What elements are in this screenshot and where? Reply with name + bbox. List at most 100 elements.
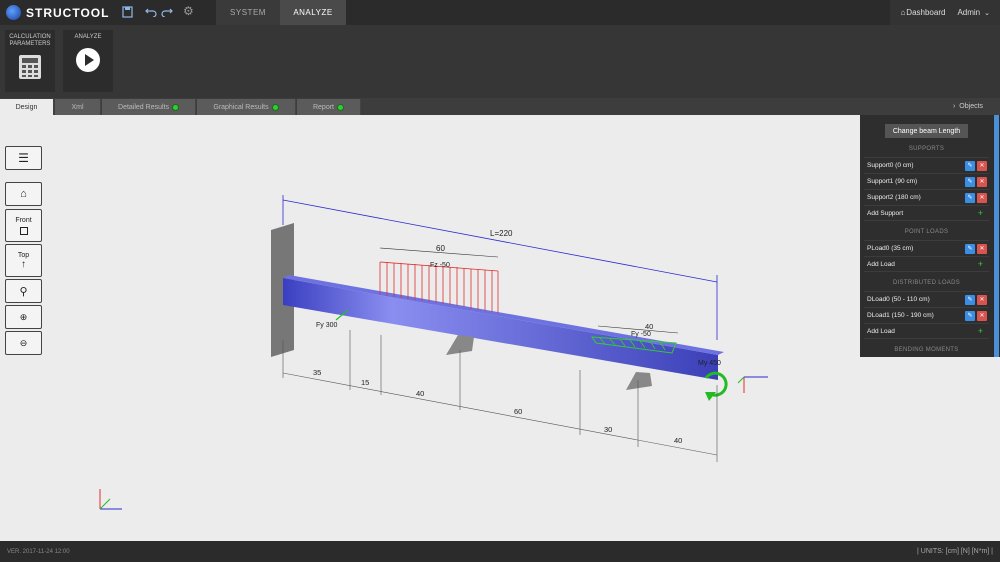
- close-icon[interactable]: ✕: [977, 161, 987, 171]
- admin-menu[interactable]: Admin: [957, 8, 980, 17]
- edit-icon[interactable]: ✎: [965, 295, 975, 305]
- zoom-in-button[interactable]: ⊕: [5, 305, 42, 329]
- dim-label-1: 35: [313, 368, 321, 377]
- list-item[interactable]: Support0 (0 cm) ✎ ✕: [864, 157, 989, 173]
- add-support-label: Add Support: [867, 209, 904, 217]
- tab-report[interactable]: Report: [297, 99, 361, 115]
- tab-graphical-results[interactable]: Graphical Results: [197, 99, 296, 115]
- dim-label-5: 30: [604, 425, 612, 434]
- support-name: Support0 (0 cm): [867, 162, 914, 169]
- topbar-right: ⌂ Dashboard Admin ⌄: [890, 0, 1000, 25]
- menu-button[interactable]: ☰: [5, 146, 42, 170]
- dim-label-3: 40: [416, 389, 424, 398]
- point-loads-title: POINT LOADS: [904, 229, 949, 235]
- close-icon[interactable]: ✕: [977, 244, 987, 254]
- support-name: Support2 (180 cm): [867, 194, 921, 201]
- app-logo: STRUCTOOL: [6, 0, 109, 25]
- zoom-fit-button[interactable]: ⚲: [5, 279, 42, 303]
- sub-tab-bar: Design Xml Detailed Results Graphical Re…: [0, 98, 1000, 115]
- dim-label-6: 40: [674, 436, 682, 445]
- distributed-loads-title: DISTRIBUTED LOADS: [892, 280, 961, 286]
- edit-icon[interactable]: ✎: [965, 311, 975, 321]
- add-load-label: Add Load: [867, 327, 895, 335]
- redo-icon[interactable]: [161, 6, 173, 17]
- analyze-button[interactable]: ANALYZE: [63, 30, 113, 92]
- chevron-right-icon: ›: [952, 103, 956, 110]
- add-support-button[interactable]: Add Support +: [864, 205, 989, 221]
- plus-icon: +: [977, 208, 983, 218]
- supports-title: SUPPORTS: [908, 146, 945, 152]
- beam-scene[interactable]: L=220 60 Fz -50 Fy 300 40 Fy -50 My 450 …: [0, 115, 860, 541]
- tab-report-label: Report: [312, 103, 334, 111]
- top-bar: STRUCTOOL ⚙ SYSTEM ANALYZE ⌂ Dashboard A…: [0, 0, 1000, 25]
- save-icon[interactable]: [122, 6, 133, 18]
- fz-label: Fz -50: [430, 262, 450, 269]
- status-dot-icon: [171, 103, 179, 111]
- square-icon: [19, 226, 28, 235]
- edit-icon[interactable]: ✎: [965, 244, 975, 254]
- zoom-out-button[interactable]: ⊖: [5, 331, 42, 355]
- logo-mark-icon: [6, 5, 21, 20]
- tab-graphical-results-label: Graphical Results: [213, 103, 269, 111]
- zoom-in-icon: ⊕: [19, 311, 28, 322]
- close-icon[interactable]: ✕: [977, 311, 987, 321]
- dashboard-link[interactable]: Dashboard: [906, 8, 945, 17]
- add-point-load-button[interactable]: Add Load +: [864, 256, 989, 272]
- tab-system[interactable]: SYSTEM: [216, 0, 280, 25]
- front-view-label: Front: [15, 216, 32, 224]
- play-icon: [76, 48, 100, 72]
- list-icon: ☰: [18, 151, 29, 165]
- chevron-down-icon[interactable]: ⌄: [984, 9, 990, 17]
- scrollbar-thumb[interactable]: [994, 115, 999, 357]
- edit-icon[interactable]: ✎: [965, 193, 975, 203]
- tab-xml[interactable]: Xml: [55, 99, 101, 115]
- close-icon[interactable]: ✕: [977, 295, 987, 305]
- undo-icon[interactable]: [145, 6, 157, 17]
- add-load-label: Add Load: [867, 260, 895, 268]
- status-dot-icon: [271, 103, 279, 111]
- ribbon: CALCULATION PARAMETERS ANALYZE: [0, 25, 1000, 98]
- front-view-button[interactable]: Front: [5, 209, 42, 242]
- list-item[interactable]: Support1 (90 cm) ✎ ✕: [864, 173, 989, 189]
- status-dot-icon: [337, 103, 344, 111]
- bending-moments-title: BENDING MOMENTS: [894, 347, 959, 353]
- list-item[interactable]: Support2 (180 cm) ✎ ✕: [864, 189, 989, 205]
- app-name: STRUCTOOL: [26, 5, 110, 20]
- zoom-out-icon: ⊖: [19, 337, 28, 348]
- dist-load-name: DLoad1 (150 - 190 cm): [867, 312, 934, 319]
- edit-icon[interactable]: ✎: [965, 161, 975, 171]
- tab-detailed-results-label: Detailed Results: [118, 103, 169, 111]
- calculator-icon: [19, 55, 41, 79]
- tab-design[interactable]: Design: [0, 99, 54, 115]
- tab-detailed-results[interactable]: Detailed Results: [102, 99, 196, 115]
- units-label: | UNITS: [cm] [N] [N*m] |: [917, 548, 993, 555]
- objects-label: Objects: [959, 103, 984, 110]
- objects-toggle[interactable]: › Objects: [936, 98, 1000, 115]
- 3d-viewport[interactable]: L=220 60 Fz -50 Fy 300 40 Fy -50 My 450 …: [0, 115, 1000, 541]
- change-beam-length-button[interactable]: Change beam Length: [885, 124, 968, 138]
- home-view-button[interactable]: ⌂: [5, 182, 42, 206]
- tab-analyze[interactable]: ANALYZE: [280, 0, 346, 25]
- calculation-parameters-button[interactable]: CALCULATION PARAMETERS: [5, 30, 55, 92]
- list-item[interactable]: DLoad1 (150 - 190 cm) ✎ ✕: [864, 307, 989, 323]
- my-label: My 450: [698, 360, 721, 367]
- top-view-label: Top: [17, 251, 30, 259]
- footer: VER. 2017-11-24 12:00 | UNITS: [cm] [N] …: [0, 541, 1000, 562]
- settings-gear-icon[interactable]: ⚙: [183, 4, 194, 18]
- close-icon[interactable]: ✕: [977, 177, 987, 187]
- fy2-label: Fy -50: [631, 331, 651, 338]
- support-2[interactable]: [626, 372, 652, 390]
- fy2-span-label: 40: [645, 322, 653, 331]
- edit-icon[interactable]: ✎: [965, 177, 975, 187]
- list-item[interactable]: DLoad0 (50 - 110 cm) ✎ ✕: [864, 291, 989, 307]
- analyze-label: ANALYZE: [74, 34, 102, 40]
- objects-panel: Change beam Length SUPPORTS Support0 (0 …: [860, 115, 993, 357]
- top-view-button[interactable]: Top ↑: [5, 244, 42, 277]
- fz-span-label: 60: [436, 244, 445, 253]
- panel-scrollbar[interactable]: [993, 115, 1000, 357]
- length-label: L=220: [490, 229, 513, 238]
- add-distributed-load-button[interactable]: Add Load +: [864, 323, 989, 339]
- list-item[interactable]: PLoad0 (35 cm) ✎ ✕: [864, 240, 989, 256]
- arrow-up-icon: ↑: [21, 258, 26, 270]
- close-icon[interactable]: ✕: [977, 193, 987, 203]
